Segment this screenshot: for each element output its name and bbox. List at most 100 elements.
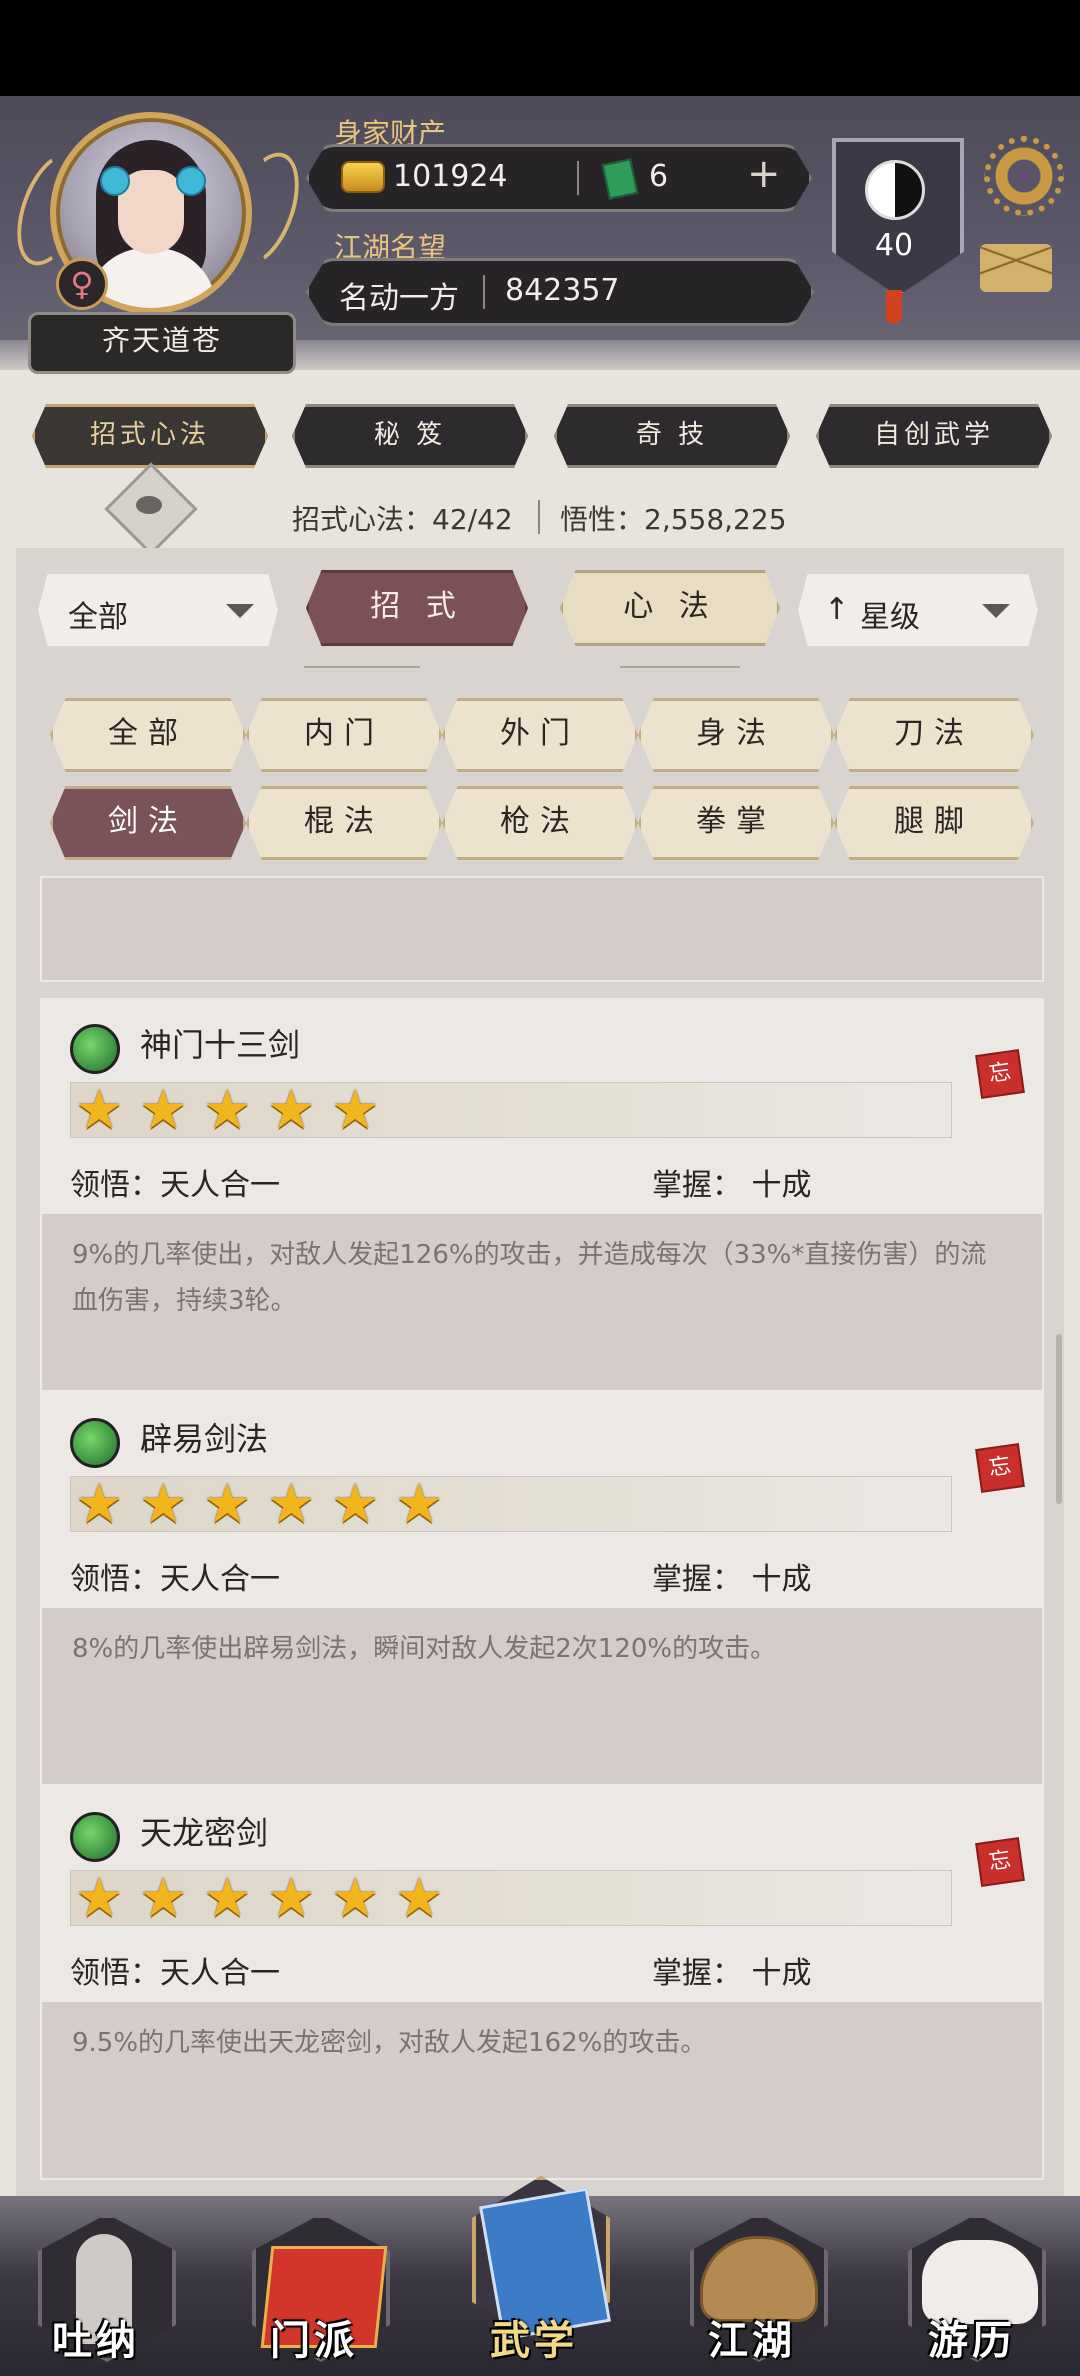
chip-outer-school[interactable]: 外门 xyxy=(442,698,638,772)
sort-select-value: 星级 xyxy=(860,600,920,635)
jade-amount: 6 xyxy=(649,159,669,194)
flower-icon xyxy=(100,166,130,196)
tab-special-skills[interactable]: 奇 技 xyxy=(554,404,790,468)
skill-card[interactable]: 辟易剑法 ★ ★ ★ ★ ★ ★ 领悟：天人合一 掌握： 十成 忘 8%的几率使出辟易剑法… xyxy=(40,1392,1044,1786)
forget-button[interactable]: 忘 xyxy=(975,1443,1025,1493)
scrollbar[interactable] xyxy=(1056,1334,1062,1504)
star-rating: ★ ★ ★ ★ ★ xyxy=(70,1082,952,1138)
star-icon: ★ xyxy=(267,1472,316,1535)
skill-comprehension: 领悟：天人合一 xyxy=(70,1562,280,1597)
skill-comprehension: 领悟：天人合一 xyxy=(70,1168,280,1203)
star-icon: ★ xyxy=(395,1866,444,1929)
gender-icon: ♀ xyxy=(56,258,108,310)
forget-button[interactable]: 忘 xyxy=(975,1837,1025,1887)
skill-mastery: 掌握： 十成 xyxy=(652,1168,812,1203)
skill-name: 天龙密剑 xyxy=(140,1814,269,1852)
star-icon: ★ xyxy=(331,1866,380,1929)
divider xyxy=(483,275,485,309)
category-select-value: 全部 xyxy=(68,600,128,635)
sword-skill-icon xyxy=(70,1812,120,1862)
reputation-value: 842357 xyxy=(505,273,620,308)
nav-label: 门派 xyxy=(270,2318,358,2364)
reputation-title: 名动一方 xyxy=(339,281,459,316)
star-icon: ★ xyxy=(395,1472,444,1535)
star-rating: ★ ★ ★ ★ ★ ★ xyxy=(70,1476,952,1532)
star-rating: ★ ★ ★ ★ ★ ★ xyxy=(70,1870,952,1926)
nav-label: 吐纳 xyxy=(52,2318,140,2364)
gear-icon[interactable] xyxy=(984,136,1064,216)
skill-description: 9%的几率使出，对敌人发起126%的攻击，并造成每次（33%*直接伤害）的流血伤… xyxy=(72,1240,987,1316)
divider xyxy=(538,500,540,534)
skill-mastery: 掌握： 十成 xyxy=(652,1956,812,1991)
skill-card[interactable]: 天龙密剑 ★ ★ ★ ★ ★ ★ 领悟：天人合一 掌握： 十成 忘 9.5%的几率使出天龙… xyxy=(40,1786,1044,2180)
divider xyxy=(304,666,420,668)
skill-name: 神门十三剑 xyxy=(140,1026,301,1064)
skill-description: 9.5%的几率使出天龙密剑，对敌人发起162%的攻击。 xyxy=(72,2028,707,2058)
flower-icon xyxy=(176,166,206,196)
reputation-bar: 名动一方 842357 xyxy=(306,258,814,326)
sword-skill-icon xyxy=(70,1418,120,1468)
player-name: 齐天道苍 xyxy=(28,312,296,374)
star-icon: ★ xyxy=(267,1866,316,1929)
star-icon: ★ xyxy=(203,1078,252,1141)
add-currency-button[interactable]: + xyxy=(747,151,781,197)
chip-inner-school[interactable]: 内门 xyxy=(246,698,442,772)
nav-label: 武学 xyxy=(490,2318,578,2364)
insight-value: 悟性：2,558,225 xyxy=(560,503,787,536)
nav-label: 游历 xyxy=(928,2318,1016,2364)
star-icon: ★ xyxy=(267,1078,316,1141)
wealth-bar: 101924 6 + xyxy=(306,144,812,212)
divider xyxy=(577,161,579,195)
star-icon: ★ xyxy=(139,1472,188,1535)
chip-fist[interactable]: 拳掌 xyxy=(638,786,834,860)
star-icon: ★ xyxy=(203,1866,252,1929)
divider xyxy=(620,666,740,668)
nav-label: 江湖 xyxy=(708,2318,796,2364)
sort-select[interactable]: ↑ 星级 xyxy=(798,574,1038,646)
eye-pupil xyxy=(136,496,162,514)
star-icon: ★ xyxy=(331,1472,380,1535)
tab-moves[interactable]: 招式心法 xyxy=(32,404,268,468)
chip-saber[interactable]: 刀法 xyxy=(834,698,1034,772)
status-bar xyxy=(0,0,1080,96)
chip-staff[interactable]: 棍法 xyxy=(246,786,442,860)
jade-icon xyxy=(601,158,639,200)
segment-inner-arts[interactable]: 心 法 xyxy=(560,570,780,646)
category-select[interactable]: 全部 xyxy=(38,574,278,646)
star-icon: ★ xyxy=(75,1472,124,1535)
chip-sword[interactable]: 剑法 xyxy=(50,786,246,860)
skill-card-header: 辟易剑法 ★ ★ ★ ★ ★ ★ 领悟：天人合一 掌握： 十成 忘 xyxy=(42,1394,1042,1608)
forget-button[interactable]: 忘 xyxy=(975,1049,1025,1099)
skill-description: 8%的几率使出辟易剑法，瞬间对敌人发起2次120%的攻击。 xyxy=(72,1634,777,1664)
yinyang-icon xyxy=(865,160,925,220)
star-icon: ★ xyxy=(139,1866,188,1929)
list-item xyxy=(40,876,1044,982)
chip-movement[interactable]: 身法 xyxy=(638,698,834,772)
level-badge[interactable]: 40 xyxy=(832,120,964,324)
level-number: 40 xyxy=(874,228,914,263)
tab-custom-martial-arts[interactable]: 自创武学 xyxy=(816,404,1052,468)
star-icon: ★ xyxy=(203,1472,252,1535)
gold-amount: 101924 xyxy=(393,159,508,194)
skill-card[interactable]: 神门十三剑 ★ ★ ★ ★ ★ 领悟：天人合一 掌握： 十成 忘 9%的几率使出，对敌人… xyxy=(40,998,1044,1392)
tab-secret-manuals[interactable]: 秘 笈 xyxy=(292,404,528,468)
chip-leg[interactable]: 腿脚 xyxy=(834,786,1034,860)
chevron-down-icon xyxy=(982,604,1010,618)
mail-flap xyxy=(980,244,1052,276)
segment-moves[interactable]: 招 式 xyxy=(306,570,528,646)
skill-card-header: 天龙密剑 ★ ★ ★ ★ ★ ★ 领悟：天人合一 掌握： 十成 忘 xyxy=(42,1788,1042,2002)
star-icon: ★ xyxy=(331,1078,380,1141)
star-icon: ★ xyxy=(75,1078,124,1141)
sort-arrow-icon: ↑ xyxy=(824,592,850,627)
skill-name: 辟易剑法 xyxy=(140,1420,269,1458)
gold-coin-icon xyxy=(341,161,385,193)
tassel-decoration xyxy=(886,290,902,324)
skill-comprehension: 领悟：天人合一 xyxy=(70,1956,280,1991)
star-icon: ★ xyxy=(139,1078,188,1141)
chevron-down-icon xyxy=(226,604,254,618)
moves-count: 招式心法：42/42 xyxy=(292,503,513,536)
chip-spear[interactable]: 枪法 xyxy=(442,786,638,860)
chip-all[interactable]: 全部 xyxy=(50,698,246,772)
sword-skill-icon xyxy=(70,1024,120,1074)
skill-card-header: 神门十三剑 ★ ★ ★ ★ ★ 领悟：天人合一 掌握： 十成 忘 xyxy=(42,1000,1042,1214)
